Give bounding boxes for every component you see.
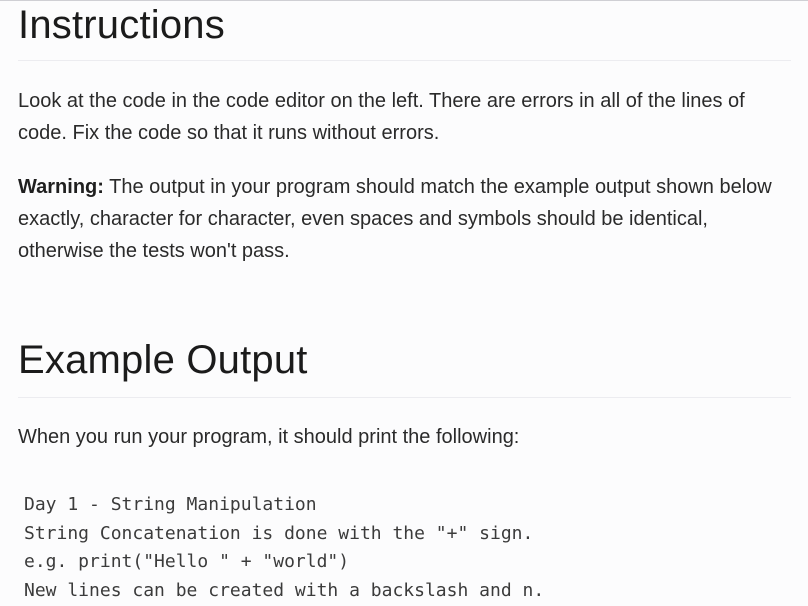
code-line: Day 1 - String Manipulation <box>24 494 317 515</box>
example-output-code-block: Day 1 - String Manipulation String Concat… <box>24 491 784 605</box>
instructions-panel: Instructions Look at the code in the cod… <box>0 0 808 606</box>
warning-text: The output in your program should match … <box>18 176 772 262</box>
warning-paragraph: Warning: The output in your program shou… <box>18 171 790 267</box>
example-output-heading: Example Output <box>18 338 308 382</box>
instructions-heading: Instructions <box>18 3 225 47</box>
section-divider <box>18 60 791 61</box>
example-output-intro: When you run your program, it should pri… <box>18 426 520 448</box>
code-line: New lines can be created with a backslas… <box>24 579 545 601</box>
warning-label: Warning: <box>18 176 104 198</box>
section-divider <box>18 397 791 398</box>
code-line: String Concatenation is done with the "+… <box>24 522 534 544</box>
instructions-paragraph: Look at the code in the code editor on t… <box>18 90 745 144</box>
code-line: e.g. print("Hello " + "world") <box>24 551 350 572</box>
